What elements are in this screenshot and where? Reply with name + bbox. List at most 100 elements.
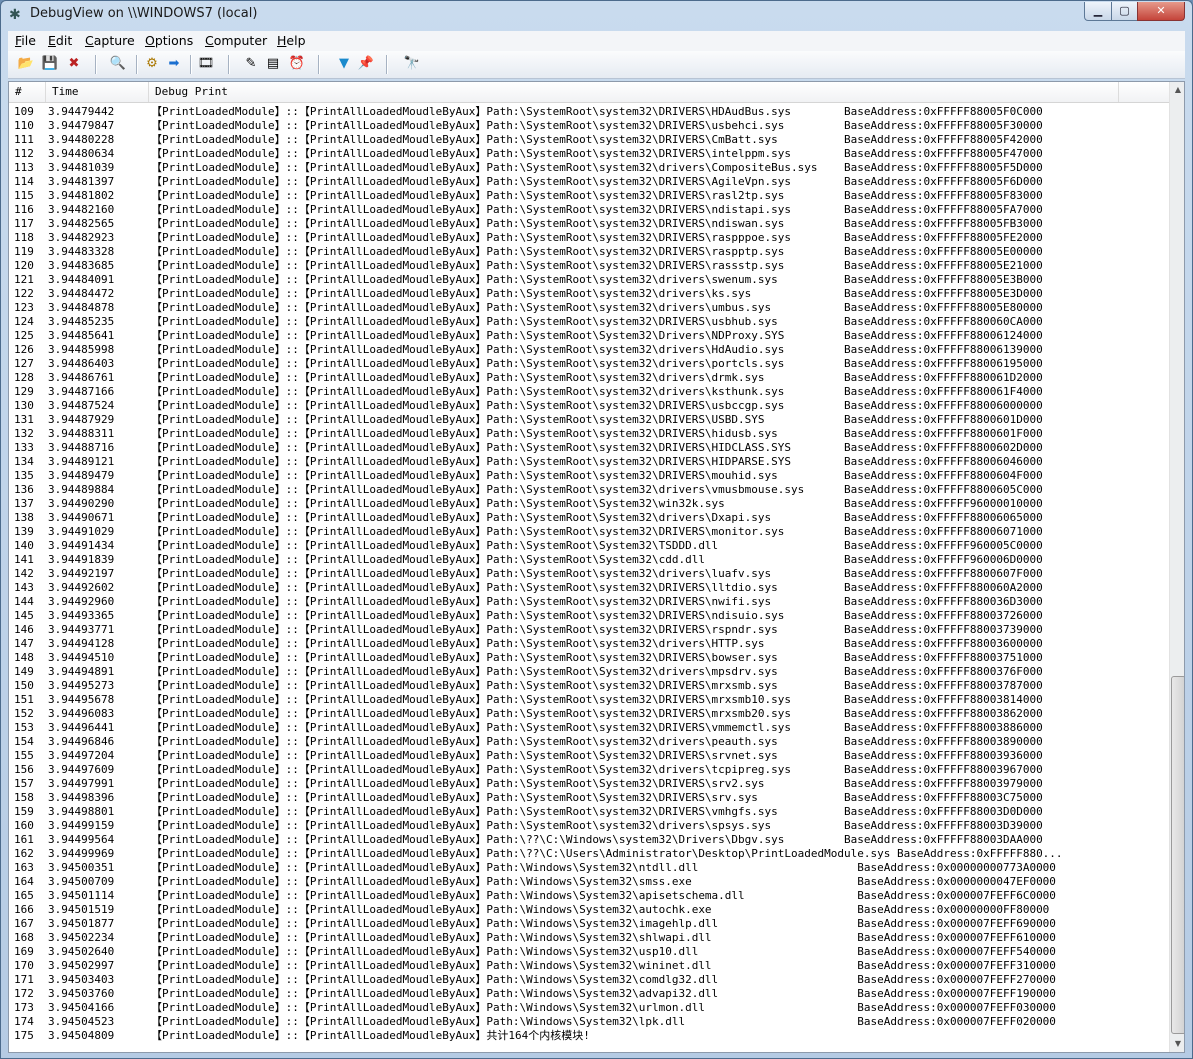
table-row[interactable]: 159 3.94498801 【PrintLoadedModule】::【Print… — [9, 805, 1169, 819]
table-row[interactable]: 156 3.94497609 【PrintLoadedModule】::【Print… — [9, 763, 1169, 777]
table-row[interactable]: 120 3.94483685 【PrintLoadedModule】::【Print… — [9, 259, 1169, 273]
table-row[interactable]: 122 3.94484472 【PrintLoadedModule】::【Print… — [9, 287, 1169, 301]
table-row[interactable]: 134 3.94489121 【PrintLoadedModule】::【Print… — [9, 455, 1169, 469]
table-row[interactable]: 165 3.94501114 【PrintLoadedModule】::【Print… — [9, 889, 1169, 903]
vertical-scrollbar[interactable]: ▲ ▼ — [1169, 82, 1184, 1052]
menu-computer[interactable]: Computer — [205, 33, 267, 48]
clear-icon[interactable]: ✖ — [65, 55, 83, 73]
table-row[interactable]: 135 3.94489479 【PrintLoadedModule】::【Print… — [9, 469, 1169, 483]
table-row[interactable]: 168 3.94502234 【PrintLoadedModule】::【Print… — [9, 931, 1169, 945]
table-row[interactable]: 123 3.94484878 【PrintLoadedModule】::【Print… — [9, 301, 1169, 315]
close-button[interactable]: ✕ — [1137, 2, 1185, 21]
scrollbar-thumb[interactable] — [1171, 676, 1184, 1034]
table-row[interactable]: 152 3.94496083 【PrintLoadedModule】::【Print… — [9, 707, 1169, 721]
table-row[interactable]: 162 3.94499969 【PrintLoadedModule】::【Print… — [9, 847, 1169, 861]
table-row[interactable]: 115 3.94481802 【PrintLoadedModule】::【Print… — [9, 189, 1169, 203]
menu-capture[interactable]: Capture — [85, 33, 135, 48]
column-header-time[interactable]: Time — [46, 82, 149, 102]
table-row[interactable]: 151 3.94495678 【PrintLoadedModule】::【Print… — [9, 693, 1169, 707]
capture-icon[interactable]: ⚙ — [143, 55, 161, 73]
table-row[interactable]: 163 3.94500351 【PrintLoadedModule】::【Print… — [9, 861, 1169, 875]
table-row[interactable]: 175 3.94504809 【PrintLoadedModule】::【Print… — [9, 1029, 1169, 1043]
table-row[interactable]: 112 3.94480634 【PrintLoadedModule】::【Print… — [9, 147, 1169, 161]
minimize-button[interactable]: ▁ — [1084, 2, 1112, 21]
table-row[interactable]: 118 3.94482923 【PrintLoadedModule】::【Print… — [9, 231, 1169, 245]
open-icon[interactable]: 📂 — [17, 55, 35, 73]
table-row[interactable]: 143 3.94492602 【PrintLoadedModule】::【Print… — [9, 581, 1169, 595]
scroll-up-arrow-icon[interactable]: ▲ — [1171, 82, 1184, 98]
table-row[interactable]: 146 3.94493771 【PrintLoadedModule】::【Print… — [9, 623, 1169, 637]
filter-edit-icon[interactable]: ✎ — [242, 55, 260, 73]
scroll-down-arrow-icon[interactable]: ▼ — [1171, 1036, 1184, 1052]
table-row[interactable]: 109 3.94479442 【PrintLoadedModule】::【Print… — [9, 105, 1169, 119]
table-row[interactable]: 140 3.94491434 【PrintLoadedModule】::【Print… — [9, 539, 1169, 553]
debug-output-list[interactable]: # Time Debug Print 109 3.94479442 【PrintLo… — [8, 81, 1185, 1053]
table-row[interactable]: 133 3.94488716 【PrintLoadedModule】::【Print… — [9, 441, 1169, 455]
column-header-debug-print[interactable]: Debug Print — [149, 82, 1119, 102]
table-row[interactable]: 119 3.94483328 【PrintLoadedModule】::【Print… — [9, 245, 1169, 259]
title-bar[interactable]: ✱ DebugView on \\WINDOWS7 (local) ▁ ▢ ✕ — [1, 1, 1192, 29]
table-row[interactable]: 129 3.94487166 【PrintLoadedModule】::【Print… — [9, 385, 1169, 399]
menu-edit[interactable]: Edit — [48, 33, 72, 48]
table-row[interactable]: 150 3.94495273 【PrintLoadedModule】::【Print… — [9, 679, 1169, 693]
table-row[interactable]: 147 3.94494128 【PrintLoadedModule】::【Print… — [9, 637, 1169, 651]
table-row[interactable]: 166 3.94501519 【PrintLoadedModule】::【Print… — [9, 903, 1169, 917]
table-row[interactable]: 139 3.94491029 【PrintLoadedModule】::【Print… — [9, 525, 1169, 539]
row-number: 172 — [14, 987, 34, 1000]
table-row[interactable]: 130 3.94487524 【PrintLoadedModule】::【Print… — [9, 399, 1169, 413]
table-row[interactable]: 111 3.94480228 【PrintLoadedModule】::【Print… — [9, 133, 1169, 147]
table-row[interactable]: 110 3.94479847 【PrintLoadedModule】::【Print… — [9, 119, 1169, 133]
menu-help[interactable]: Help — [277, 33, 306, 48]
highlight-icon[interactable]: ▤ — [264, 55, 282, 73]
table-row[interactable]: 167 3.94501877 【PrintLoadedModule】::【Print… — [9, 917, 1169, 931]
table-row[interactable]: 144 3.94492960 【PrintLoadedModule】::【Print… — [9, 595, 1169, 609]
menu-file[interactable]: File — [15, 33, 36, 48]
autoscroll-icon[interactable]: ➡ — [165, 55, 183, 73]
pin-icon[interactable]: 📌 — [357, 55, 375, 73]
table-row[interactable]: 173 3.94504166 【PrintLoadedModule】::【Print… — [9, 1001, 1169, 1015]
table-row[interactable]: 125 3.94485641 【PrintLoadedModule】::【Print… — [9, 329, 1169, 343]
table-row[interactable]: 131 3.94487929 【PrintLoadedModule】::【Print… — [9, 413, 1169, 427]
table-row[interactable]: 137 3.94490290 【PrintLoadedModule】::【Print… — [9, 497, 1169, 511]
table-row[interactable]: 154 3.94496846 【PrintLoadedModule】::【Print… — [9, 735, 1169, 749]
table-row[interactable]: 170 3.94502997 【PrintLoadedModule】::【Print… — [9, 959, 1169, 973]
table-row[interactable]: 138 3.94490671 【PrintLoadedModule】::【Print… — [9, 511, 1169, 525]
save-icon[interactable]: 💾 — [41, 55, 59, 73]
table-row[interactable]: 121 3.94484091 【PrintLoadedModule】::【Print… — [9, 273, 1169, 287]
column-header-number[interactable]: # — [9, 82, 46, 102]
maximize-button[interactable]: ▢ — [1111, 2, 1138, 21]
table-row[interactable]: 124 3.94485235 【PrintLoadedModule】::【Print… — [9, 315, 1169, 329]
table-row[interactable]: 128 3.94486761 【PrintLoadedModule】::【Print… — [9, 371, 1169, 385]
row-time: 3.94482565 — [48, 217, 115, 230]
binoculars-icon[interactable]: 🔭 — [403, 55, 421, 73]
table-row[interactable]: 169 3.94502640 【PrintLoadedModule】::【Print… — [9, 945, 1169, 959]
table-row[interactable]: 136 3.94489884 【PrintLoadedModule】::【Print… — [9, 483, 1169, 497]
table-row[interactable]: 142 3.94492197 【PrintLoadedModule】::【Print… — [9, 567, 1169, 581]
filter-icon[interactable]: ▼ — [335, 55, 353, 73]
log-icon[interactable]: 🎞 — [197, 55, 215, 73]
table-row[interactable]: 145 3.94493365 【PrintLoadedModule】::【Print… — [9, 609, 1169, 623]
table-row[interactable]: 113 3.94481039 【PrintLoadedModule】::【Print… — [9, 161, 1169, 175]
table-row[interactable]: 114 3.94481397 【PrintLoadedModule】::【Print… — [9, 175, 1169, 189]
table-row[interactable]: 149 3.94494891 【PrintLoadedModule】::【Print… — [9, 665, 1169, 679]
table-row[interactable]: 155 3.94497204 【PrintLoadedModule】::【Print… — [9, 749, 1169, 763]
table-row[interactable]: 174 3.94504523 【PrintLoadedModule】::【Print… — [9, 1015, 1169, 1029]
table-row[interactable]: 160 3.94499159 【PrintLoadedModule】::【Print… — [9, 819, 1169, 833]
table-row[interactable]: 126 3.94485998 【PrintLoadedModule】::【Print… — [9, 343, 1169, 357]
table-row[interactable]: 116 3.94482160 【PrintLoadedModule】::【Print… — [9, 203, 1169, 217]
table-row[interactable]: 164 3.94500709 【PrintLoadedModule】::【Print… — [9, 875, 1169, 889]
timestamp-icon[interactable]: ⏰ — [288, 55, 306, 73]
table-row[interactable]: 157 3.94497991 【PrintLoadedModule】::【Print… — [9, 777, 1169, 791]
table-row[interactable]: 117 3.94482565 【PrintLoadedModule】::【Print… — [9, 217, 1169, 231]
table-row[interactable]: 141 3.94491839 【PrintLoadedModule】::【Print… — [9, 553, 1169, 567]
table-row[interactable]: 172 3.94503760 【PrintLoadedModule】::【Print… — [9, 987, 1169, 1001]
find-icon[interactable]: 🔍 — [109, 55, 127, 73]
table-row[interactable]: 127 3.94486403 【PrintLoadedModule】::【Print… — [9, 357, 1169, 371]
table-row[interactable]: 171 3.94503403 【PrintLoadedModule】::【Print… — [9, 973, 1169, 987]
table-row[interactable]: 158 3.94498396 【PrintLoadedModule】::【Print… — [9, 791, 1169, 805]
table-row[interactable]: 161 3.94499564 【PrintLoadedModule】::【Print… — [9, 833, 1169, 847]
table-row[interactable]: 132 3.94488311 【PrintLoadedModule】::【Print… — [9, 427, 1169, 441]
table-row[interactable]: 148 3.94494510 【PrintLoadedModule】::【Print… — [9, 651, 1169, 665]
table-row[interactable]: 153 3.94496441 【PrintLoadedModule】::【Print… — [9, 721, 1169, 735]
menu-options[interactable]: Options — [145, 33, 193, 48]
